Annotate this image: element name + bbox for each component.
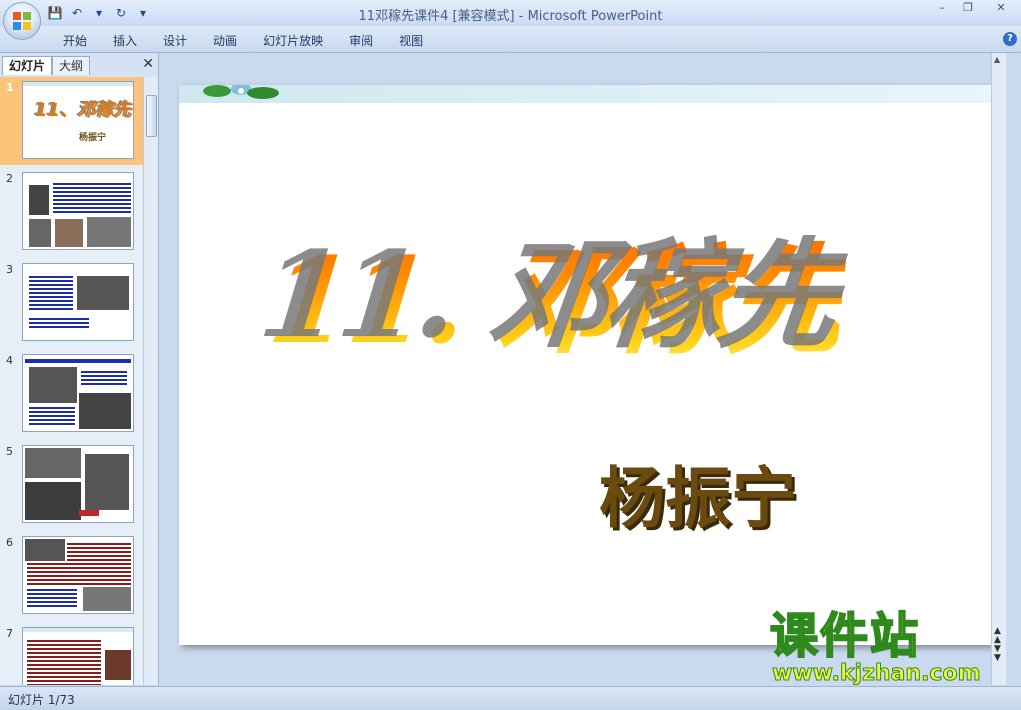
thumbnail-image — [22, 627, 134, 685]
save-icon[interactable]: 💾 — [46, 4, 64, 22]
tab-slides[interactable]: 幻灯片 — [2, 56, 53, 75]
tab-outline[interactable]: 大纲 — [52, 56, 91, 75]
scroll-up-icon[interactable]: ▲ — [994, 55, 1000, 64]
customize-icon[interactable]: ▾ — [134, 4, 152, 22]
thumb-title: 11、邓稼先 — [35, 100, 133, 121]
slide-title[interactable]: 11. 邓稼先 — [262, 205, 852, 376]
watermark-url: www.kjzhan.com — [772, 661, 982, 686]
tab-slideshow[interactable]: 幻灯片放映 — [250, 32, 336, 49]
slide-number: 1 — [6, 81, 14, 94]
tab-review[interactable]: 审阅 — [336, 32, 386, 49]
status-bar: 幻灯片 1/73 — [0, 686, 1021, 710]
slide-counter: 幻灯片 1/73 — [8, 693, 75, 707]
watermark-logo: 课件站 www.kjzhan.com — [769, 608, 982, 686]
thumb-author: 杨振宁 — [79, 133, 107, 143]
slide-author[interactable]: 杨振宁 — [599, 445, 797, 541]
editor-scrollbar[interactable]: ▲ ▲ ▲ ▼ ▼ — [991, 53, 1006, 685]
slide-thumbnail-2[interactable]: 2 — [0, 168, 143, 256]
dropdown-icon[interactable]: ▾ — [90, 4, 108, 22]
watermark-brand: 课件站 — [769, 608, 921, 664]
slide-header-band — [179, 85, 992, 103]
window-title: 11邓稼先课件4 [兼容模式] - Microsoft PowerPoint — [358, 9, 663, 24]
ribbon-tabs: 开始 插入 设计 动画 幻灯片放映 审阅 视图 — [50, 32, 436, 49]
slide-thumbnail-7[interactable]: 7 — [0, 623, 143, 685]
tab-design[interactable]: 设计 — [150, 32, 200, 49]
slide-nav-icon[interactable]: ▲ ▲ ▼ ▼ — [994, 627, 1001, 663]
slide-thumbnail-1[interactable]: 1 11、邓稼先 杨振宁 — [0, 77, 143, 165]
slide-thumbnail-5[interactable]: 5 — [0, 441, 143, 529]
undo-icon[interactable]: ↶ — [68, 4, 86, 22]
tab-animation[interactable]: 动画 — [200, 32, 250, 49]
thumbnail-image: 11、邓稼先 杨振宁 — [22, 81, 134, 159]
thumbnail-scrollbar[interactable] — [143, 77, 158, 685]
restore-button[interactable]: ❐ — [955, 0, 981, 18]
slide-number: 6 — [6, 536, 13, 549]
pane-tabs: 幻灯片 大纲 ✕ — [0, 53, 158, 75]
leaf-decoration-icon — [203, 85, 279, 99]
thumbnail-image — [22, 263, 134, 341]
window-controls: – ❐ ✕ — [929, 0, 1021, 18]
tab-view[interactable]: 视图 — [386, 32, 436, 49]
thumbnail-image — [22, 354, 134, 432]
redo-icon[interactable]: ↻ — [112, 4, 130, 22]
slide-number: 4 — [6, 354, 13, 367]
title-bar: 11邓稼先课件4 [兼容模式] - Microsoft PowerPoint 💾… — [0, 0, 1021, 26]
office-logo-icon — [13, 12, 31, 30]
thumbnail-image — [22, 445, 134, 523]
thumbnail-image — [22, 536, 134, 614]
slide-number: 2 — [6, 172, 13, 185]
slides-pane: 幻灯片 大纲 ✕ 1 11、邓稼先 杨振宁 2 3 4 5 6 7 — [0, 53, 159, 685]
slide-number: 3 — [6, 263, 13, 276]
minimize-button[interactable]: – — [929, 0, 955, 18]
help-icon[interactable]: ? — [1003, 32, 1017, 46]
tab-insert[interactable]: 插入 — [100, 32, 150, 49]
slide-thumbnail-list: 1 11、邓稼先 杨振宁 2 3 4 5 6 7 — [0, 77, 143, 685]
slide-thumbnail-6[interactable]: 6 — [0, 532, 143, 620]
slide-thumbnail-4[interactable]: 4 — [0, 350, 143, 438]
slide-thumbnail-3[interactable]: 3 — [0, 259, 143, 347]
tab-home[interactable]: 开始 — [50, 32, 100, 49]
pane-close-icon[interactable]: ✕ — [142, 56, 154, 72]
office-button[interactable] — [3, 2, 41, 40]
ribbon: 开始 插入 设计 动画 幻灯片放映 审阅 视图 ? — [0, 26, 1021, 53]
slide-number: 7 — [6, 627, 13, 640]
scrollbar-thumb[interactable] — [146, 95, 157, 137]
current-slide[interactable]: 11. 邓稼先 杨振宁 — [179, 85, 992, 645]
close-button[interactable]: ✕ — [981, 0, 1021, 18]
slide-number: 5 — [6, 445, 13, 458]
slide-editor: 11. 邓稼先 杨振宁 ▲ ▲ ▲ ▼ ▼ — [162, 53, 1006, 685]
quick-access-toolbar: 💾 ↶ ▾ ↻ ▾ — [46, 3, 152, 23]
thumbnail-image — [22, 172, 134, 250]
